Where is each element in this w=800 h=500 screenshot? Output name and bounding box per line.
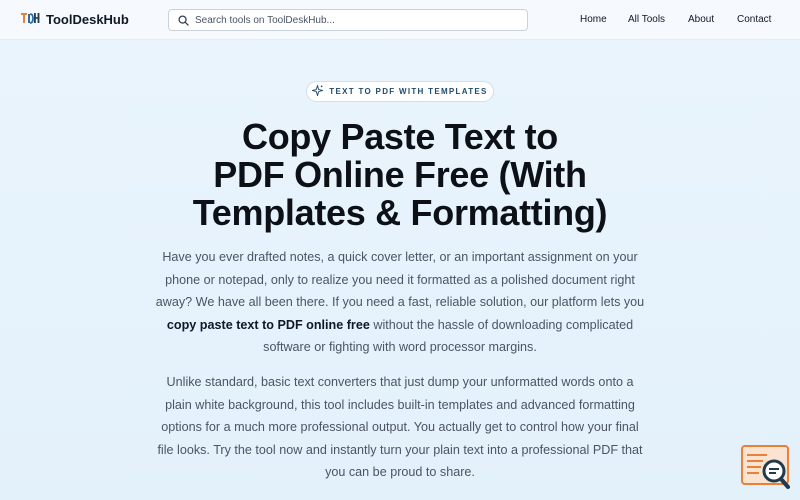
nav-home[interactable]: Home: [580, 14, 607, 25]
logo-icon: [20, 11, 40, 27]
paragraph-line: phone or notepad, only to realize you ne…: [165, 272, 635, 287]
paragraph-line: software or fighting with word processor…: [263, 340, 537, 355]
feature-badge: TEXT TO PDF WITH TEMPLATES: [306, 81, 494, 102]
search-icon: [171, 14, 195, 26]
intro-paragraph: Have you ever drafted notes, a quick cov…: [150, 246, 650, 359]
search-input[interactable]: [195, 14, 515, 26]
brand-name: ToolDeskHub: [46, 11, 129, 27]
paragraph-line: file looks. Try the tool now and instant…: [157, 442, 643, 457]
badge-label: TEXT TO PDF WITH TEMPLATES: [329, 87, 488, 96]
title-line: PDF Online Free (With: [213, 154, 587, 195]
brand-logo[interactable]: ToolDeskHub: [20, 11, 129, 27]
paragraph-line: you can be proud to share.: [325, 465, 475, 480]
search-document-widget-icon[interactable]: [741, 445, 791, 489]
paragraph-text: without the hassle of downloading compli…: [369, 317, 634, 332]
title-line: Copy Paste Text to: [242, 116, 558, 157]
site-header: ToolDeskHub Home All Tools About Contact: [0, 0, 800, 40]
keyword-highlight: copy paste text to PDF online free: [166, 317, 370, 332]
nav-about[interactable]: About: [688, 14, 714, 25]
sparkle-icon: [311, 83, 325, 101]
paragraph-line: Unlike standard, basic text converters t…: [166, 375, 634, 389]
nav-contact[interactable]: Contact: [737, 14, 771, 25]
title-line: Templates & Formatting): [192, 192, 608, 233]
paragraph-line: plain white background, this tool includ…: [165, 397, 635, 412]
paragraph-line: copy paste text to PDF online free witho…: [150, 314, 650, 337]
page-title: Copy Paste Text to PDF Online Free (With…: [150, 118, 650, 232]
paragraph-line: Have you ever drafted notes, a quick cov…: [162, 250, 638, 264]
paragraph-line: away? We have all been there. If you nee…: [155, 295, 645, 310]
details-paragraph: Unlike standard, basic text converters t…: [150, 371, 650, 484]
paragraph-line: options for a much more professional out…: [161, 420, 639, 435]
nav-all-tools[interactable]: All Tools: [628, 14, 665, 25]
search-bar[interactable]: [168, 9, 528, 31]
